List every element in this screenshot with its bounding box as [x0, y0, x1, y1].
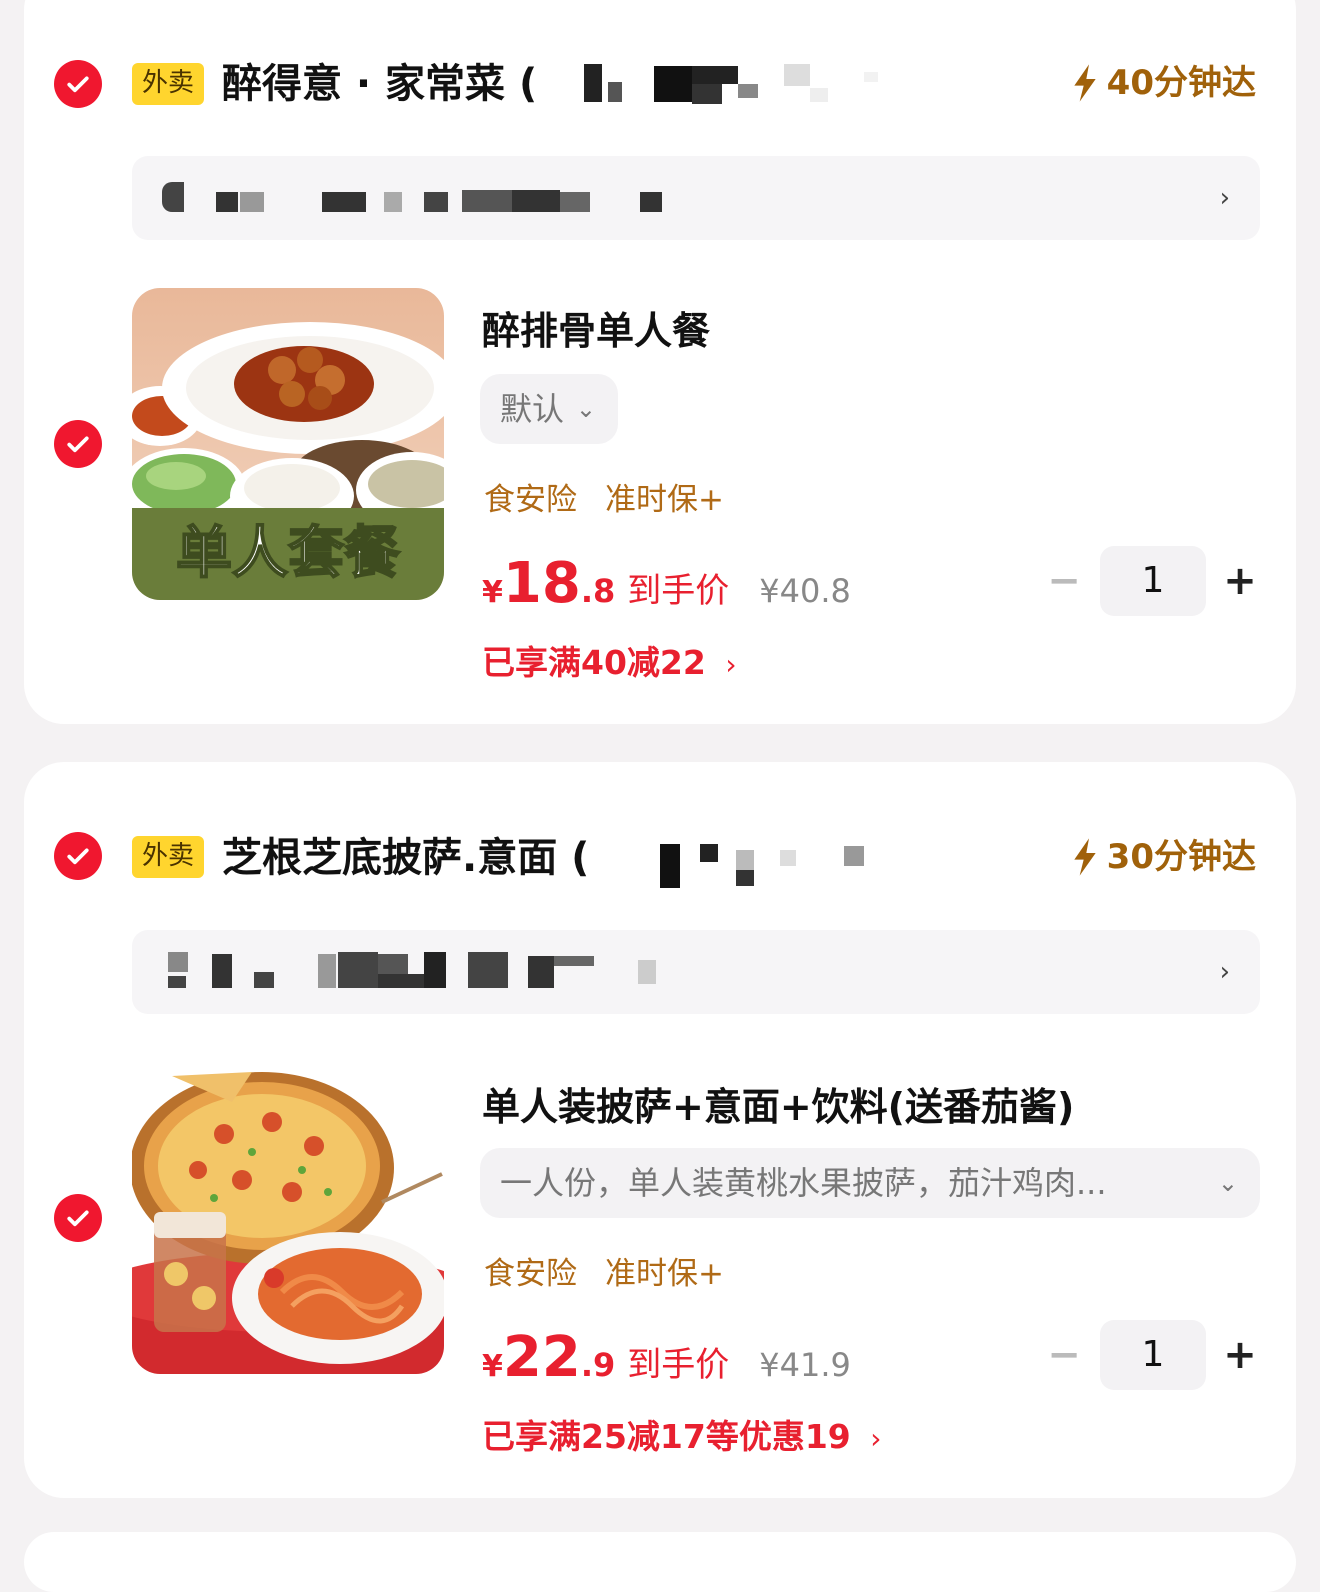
price-label: 到手价 [627, 1345, 730, 1385]
store-name[interactable]: 醉得意 · 家常菜 ( [222, 54, 537, 114]
chevron-right-icon: › [870, 1422, 882, 1455]
price-currency: ¥ [482, 575, 503, 610]
delivery-tag: 外卖 [132, 836, 205, 878]
spec-text: 一人份，单人装黄桃水果披萨，茄汁鸡肉... [500, 1164, 1107, 1202]
store-card-3 [24, 1532, 1296, 1592]
plus-icon[interactable]: + [1220, 558, 1260, 604]
chevron-right-icon: › [725, 648, 737, 681]
delivery-tag: 外卖 [132, 63, 205, 105]
chevron-right-icon: › [1219, 957, 1230, 987]
discount-link[interactable]: 已享满40减22 › [482, 636, 737, 684]
chevron-right-icon: › [1219, 183, 1230, 213]
chevron-down-icon: ⌄ [1217, 1169, 1238, 1197]
food-photo-ribs: 单人套餐 [132, 288, 444, 600]
price-integer: 18 [502, 551, 581, 616]
food-photo-pizza [132, 1062, 444, 1374]
redacted-mosaic [162, 178, 662, 218]
check-icon [67, 76, 89, 93]
check-icon [67, 1210, 89, 1227]
item-title[interactable]: 单人装披萨+意面+饮料(送番茄酱) [482, 1076, 1074, 1131]
store-card-2: 外卖 芝根芝底披萨.意面 ( 30分钟达 › 单人装披萨+意面+饮料(送番茄酱)… [24, 762, 1296, 1498]
spec-selector[interactable]: 默认 ⌄ [480, 374, 618, 444]
store-select-check-icon[interactable] [54, 60, 102, 108]
item-select-check-icon[interactable] [54, 420, 102, 468]
redacted-mosaic [660, 840, 880, 890]
price-integer: 22 [502, 1325, 581, 1390]
store-card-1: 外卖 醉得意 · 家常菜 ( 40分钟达 › 单人套餐 醉排骨单人餐 默认 ⌄ … [24, 0, 1296, 724]
item-image[interactable] [132, 1062, 444, 1374]
delivery-eta: 40分钟达 [1071, 58, 1256, 108]
quantity-value[interactable]: 1 [1100, 1320, 1206, 1390]
discount-text: 已享满25减17等优惠19 [482, 1417, 851, 1456]
original-price: ¥40.8 [759, 572, 851, 610]
food-safety-insurance: 食安险 [484, 482, 577, 518]
store-select-check-icon[interactable] [54, 832, 102, 880]
eta-text: 30分钟达 [1106, 837, 1256, 877]
item-select-check-icon[interactable] [54, 1194, 102, 1242]
redacted-mosaic [168, 950, 688, 994]
discount-link[interactable]: 已享满25减17等优惠19 › [482, 1410, 881, 1458]
insurance-tags: 食安险 准时保+ [484, 478, 724, 522]
quantity-stepper: − 1 + [1044, 546, 1260, 616]
minus-icon[interactable]: − [1044, 558, 1084, 604]
thumb-caption: 单人套餐 [176, 521, 400, 586]
check-icon [67, 436, 89, 453]
price-row: ¥ 22 .9 到手价 ¥41.9 [482, 1328, 851, 1388]
check-icon [67, 848, 89, 865]
spec-text: 默认 [500, 390, 565, 428]
price-currency: ¥ [482, 1349, 503, 1384]
insurance-tags: 食安险 准时保+ [484, 1252, 724, 1296]
item-title[interactable]: 醉排骨单人餐 [482, 300, 710, 355]
discount-text: 已享满40减22 [482, 643, 706, 682]
price-decimal: .9 [580, 1346, 616, 1384]
price-decimal: .8 [580, 572, 616, 610]
delivery-eta: 30分钟达 [1071, 832, 1256, 882]
eta-text: 40分钟达 [1106, 63, 1256, 103]
lightning-icon [1074, 838, 1096, 876]
chevron-down-icon: ⌄ [575, 395, 596, 423]
address-bar[interactable]: › [132, 930, 1260, 1014]
minus-icon[interactable]: − [1044, 1332, 1084, 1378]
plus-icon[interactable]: + [1220, 1332, 1260, 1378]
spec-selector[interactable]: 一人份，单人装黄桃水果披萨，茄汁鸡肉... ⌄ [480, 1148, 1260, 1218]
store-name[interactable]: 芝根芝底披萨.意面 ( [222, 828, 589, 888]
price-row: ¥ 18 .8 到手价 ¥40.8 [482, 554, 851, 614]
on-time-guarantee: 准时保+ [605, 1256, 724, 1292]
quantity-value[interactable]: 1 [1100, 546, 1206, 616]
redacted-mosaic [584, 62, 884, 106]
lightning-icon [1074, 64, 1096, 102]
quantity-stepper: − 1 + [1044, 1320, 1260, 1390]
food-safety-insurance: 食安险 [484, 1256, 577, 1292]
item-image[interactable]: 单人套餐 [132, 288, 444, 600]
on-time-guarantee: 准时保+ [605, 482, 724, 518]
price-label: 到手价 [627, 571, 730, 611]
original-price: ¥41.9 [759, 1346, 851, 1384]
address-bar[interactable]: › [132, 156, 1260, 240]
